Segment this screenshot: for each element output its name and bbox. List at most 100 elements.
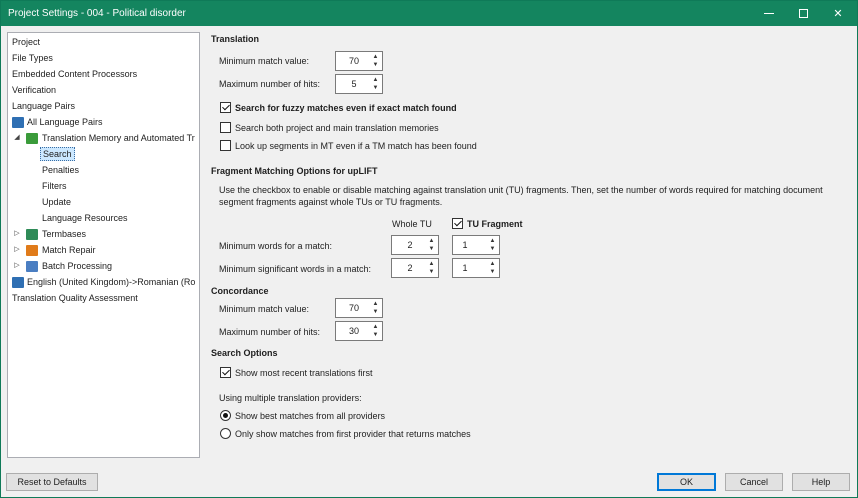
- tree-item-update[interactable]: Update: [42, 195, 71, 209]
- tree-item-tm-automated[interactable]: Translation Memory and Automated Tr: [42, 131, 195, 145]
- first-provider-label: Only show matches from first provider th…: [235, 429, 471, 439]
- tree-item-search[interactable]: Search: [40, 147, 75, 161]
- min-words-whole-stepper[interactable]: 2 ▲ ▼: [391, 235, 439, 255]
- spin-up-icon[interactable]: ▲: [488, 237, 497, 245]
- spin-up-icon[interactable]: ▲: [371, 76, 380, 84]
- min-sig-fragment-stepper[interactable]: 1 ▲ ▼: [452, 258, 500, 278]
- reset-to-defaults-button[interactable]: Reset to Defaults: [6, 473, 98, 491]
- tree-item-all-language-pairs[interactable]: All Language Pairs: [27, 115, 103, 129]
- search-options-heading: Search Options: [211, 348, 278, 358]
- fragment-heading: Fragment Matching Options for upLIFT: [211, 166, 378, 176]
- whole-tu-header: Whole TU: [392, 219, 432, 229]
- conc-min-match-stepper[interactable]: 70 ▲ ▼: [335, 298, 383, 318]
- close-button[interactable]: ✕: [821, 1, 855, 26]
- min-sig-whole-stepper[interactable]: 2 ▲ ▼: [391, 258, 439, 278]
- batch-gear-icon: [26, 261, 38, 272]
- mt-lookup-checkbox[interactable]: [220, 140, 231, 151]
- tree-item-file-types[interactable]: File Types: [12, 51, 53, 65]
- spin-down-icon[interactable]: ▼: [371, 84, 380, 92]
- min-words-fragment-stepper[interactable]: 1 ▲ ▼: [452, 235, 500, 255]
- fuzzy-matches-checkbox[interactable]: [220, 102, 231, 113]
- both-tms-checkbox[interactable]: [220, 122, 231, 133]
- minimize-button[interactable]: [752, 1, 786, 26]
- translation-memory-icon: [26, 133, 38, 144]
- expand-caret-icon[interactable]: ▷: [13, 259, 21, 273]
- maximize-icon: [798, 9, 808, 18]
- close-icon: ✕: [833, 8, 843, 20]
- maximize-button[interactable]: [786, 1, 820, 26]
- min-match-value[interactable]: 70: [336, 52, 372, 70]
- spin-down-icon[interactable]: ▼: [488, 268, 497, 276]
- project-settings-window: Project Settings - 004 - Political disor…: [0, 0, 858, 498]
- multiple-providers-label: Using multiple translation providers:: [219, 393, 362, 403]
- first-provider-radio[interactable]: [220, 428, 231, 439]
- tree-item-match-repair[interactable]: Match Repair: [42, 243, 96, 257]
- tree-item-penalties[interactable]: Penalties: [42, 163, 79, 177]
- spin-down-icon[interactable]: ▼: [427, 268, 436, 276]
- min-words-fragment-value[interactable]: 1: [453, 236, 477, 254]
- min-sig-whole-value[interactable]: 2: [392, 259, 428, 277]
- window-title: Project Settings - 004 - Political disor…: [8, 8, 186, 19]
- concordance-heading: Concordance: [211, 286, 269, 296]
- tu-fragment-checkbox[interactable]: [452, 218, 463, 229]
- spin-up-icon[interactable]: ▲: [488, 260, 497, 268]
- spin-up-icon[interactable]: ▲: [371, 300, 380, 308]
- min-words-label: Minimum words for a match:: [219, 241, 333, 251]
- best-matches-radio[interactable]: [220, 410, 231, 421]
- spin-down-icon[interactable]: ▼: [371, 308, 380, 316]
- cancel-button[interactable]: Cancel: [725, 473, 783, 491]
- spin-down-icon[interactable]: ▼: [371, 61, 380, 69]
- max-hits-stepper[interactable]: 5 ▲ ▼: [335, 74, 383, 94]
- tree-item-verification[interactable]: Verification: [12, 83, 56, 97]
- conc-min-match-value[interactable]: 70: [336, 299, 372, 317]
- tree-item-english-romanian[interactable]: English (United Kingdom)->Romanian (Ro: [27, 275, 195, 289]
- max-hits-value[interactable]: 5: [336, 75, 372, 93]
- translation-heading: Translation: [211, 34, 260, 44]
- fragment-description: Use the checkbox to enable or disable ma…: [219, 185, 823, 207]
- spin-down-icon[interactable]: ▼: [488, 245, 497, 253]
- help-button[interactable]: Help: [792, 473, 850, 491]
- expand-caret-icon[interactable]: ▷: [13, 243, 21, 257]
- spin-up-icon[interactable]: ▲: [427, 260, 436, 268]
- min-match-stepper[interactable]: 70 ▲ ▼: [335, 51, 383, 71]
- recent-first-checkbox[interactable]: [220, 367, 231, 378]
- ok-button[interactable]: OK: [657, 473, 716, 491]
- tree-item-filters[interactable]: Filters: [42, 179, 67, 193]
- title-bar[interactable]: Project Settings - 004 - Political disor…: [1, 1, 857, 26]
- conc-max-hits-stepper[interactable]: 30 ▲ ▼: [335, 321, 383, 341]
- language-pairs-icon: [12, 117, 24, 128]
- tu-fragment-header: TU Fragment: [467, 219, 523, 229]
- recent-first-label: Show most recent translations first: [235, 368, 373, 378]
- tree-item-batch-processing[interactable]: Batch Processing: [42, 259, 112, 273]
- tree-item-language-resources[interactable]: Language Resources: [42, 211, 128, 225]
- fuzzy-matches-label: Search for fuzzy matches even if exact m…: [235, 103, 457, 113]
- tree-item-language-pairs[interactable]: Language Pairs: [12, 99, 75, 113]
- tree-item-embedded-content[interactable]: Embedded Content Processors: [12, 67, 137, 81]
- conc-max-hits-value[interactable]: 30: [336, 322, 372, 340]
- tree-item-tqa[interactable]: Translation Quality Assessment: [12, 291, 138, 305]
- spin-down-icon[interactable]: ▼: [371, 331, 380, 339]
- spin-down-icon[interactable]: ▼: [427, 245, 436, 253]
- minimize-icon: [764, 13, 774, 14]
- expand-caret-icon[interactable]: ▷: [13, 227, 21, 241]
- spin-up-icon[interactable]: ▲: [427, 237, 436, 245]
- collapse-caret-icon[interactable]: ◢: [13, 131, 21, 145]
- min-sig-fragment-value[interactable]: 1: [453, 259, 477, 277]
- best-matches-label: Show best matches from all providers: [235, 411, 386, 421]
- both-tms-label: Search both project and main translation…: [235, 123, 439, 133]
- settings-tree[interactable]: Project File Types Embedded Content Proc…: [7, 32, 200, 458]
- tree-item-project[interactable]: Project: [12, 35, 40, 49]
- conc-min-match-label: Minimum match value:: [219, 304, 310, 314]
- spin-up-icon[interactable]: ▲: [371, 323, 380, 331]
- language-pair-icon: [12, 277, 24, 288]
- min-match-label: Minimum match value:: [219, 56, 310, 66]
- tree-item-termbases[interactable]: Termbases: [42, 227, 86, 241]
- mt-lookup-label: Look up segments in MT even if a TM matc…: [235, 141, 477, 151]
- conc-max-hits-label: Maximum number of hits:: [219, 327, 321, 337]
- max-hits-label: Maximum number of hits:: [219, 79, 321, 89]
- termbase-icon: [26, 229, 38, 240]
- wrench-icon: [26, 245, 38, 256]
- min-significant-words-label: Minimum significant words in a match:: [219, 264, 372, 274]
- spin-up-icon[interactable]: ▲: [371, 53, 380, 61]
- min-words-whole-value[interactable]: 2: [392, 236, 428, 254]
